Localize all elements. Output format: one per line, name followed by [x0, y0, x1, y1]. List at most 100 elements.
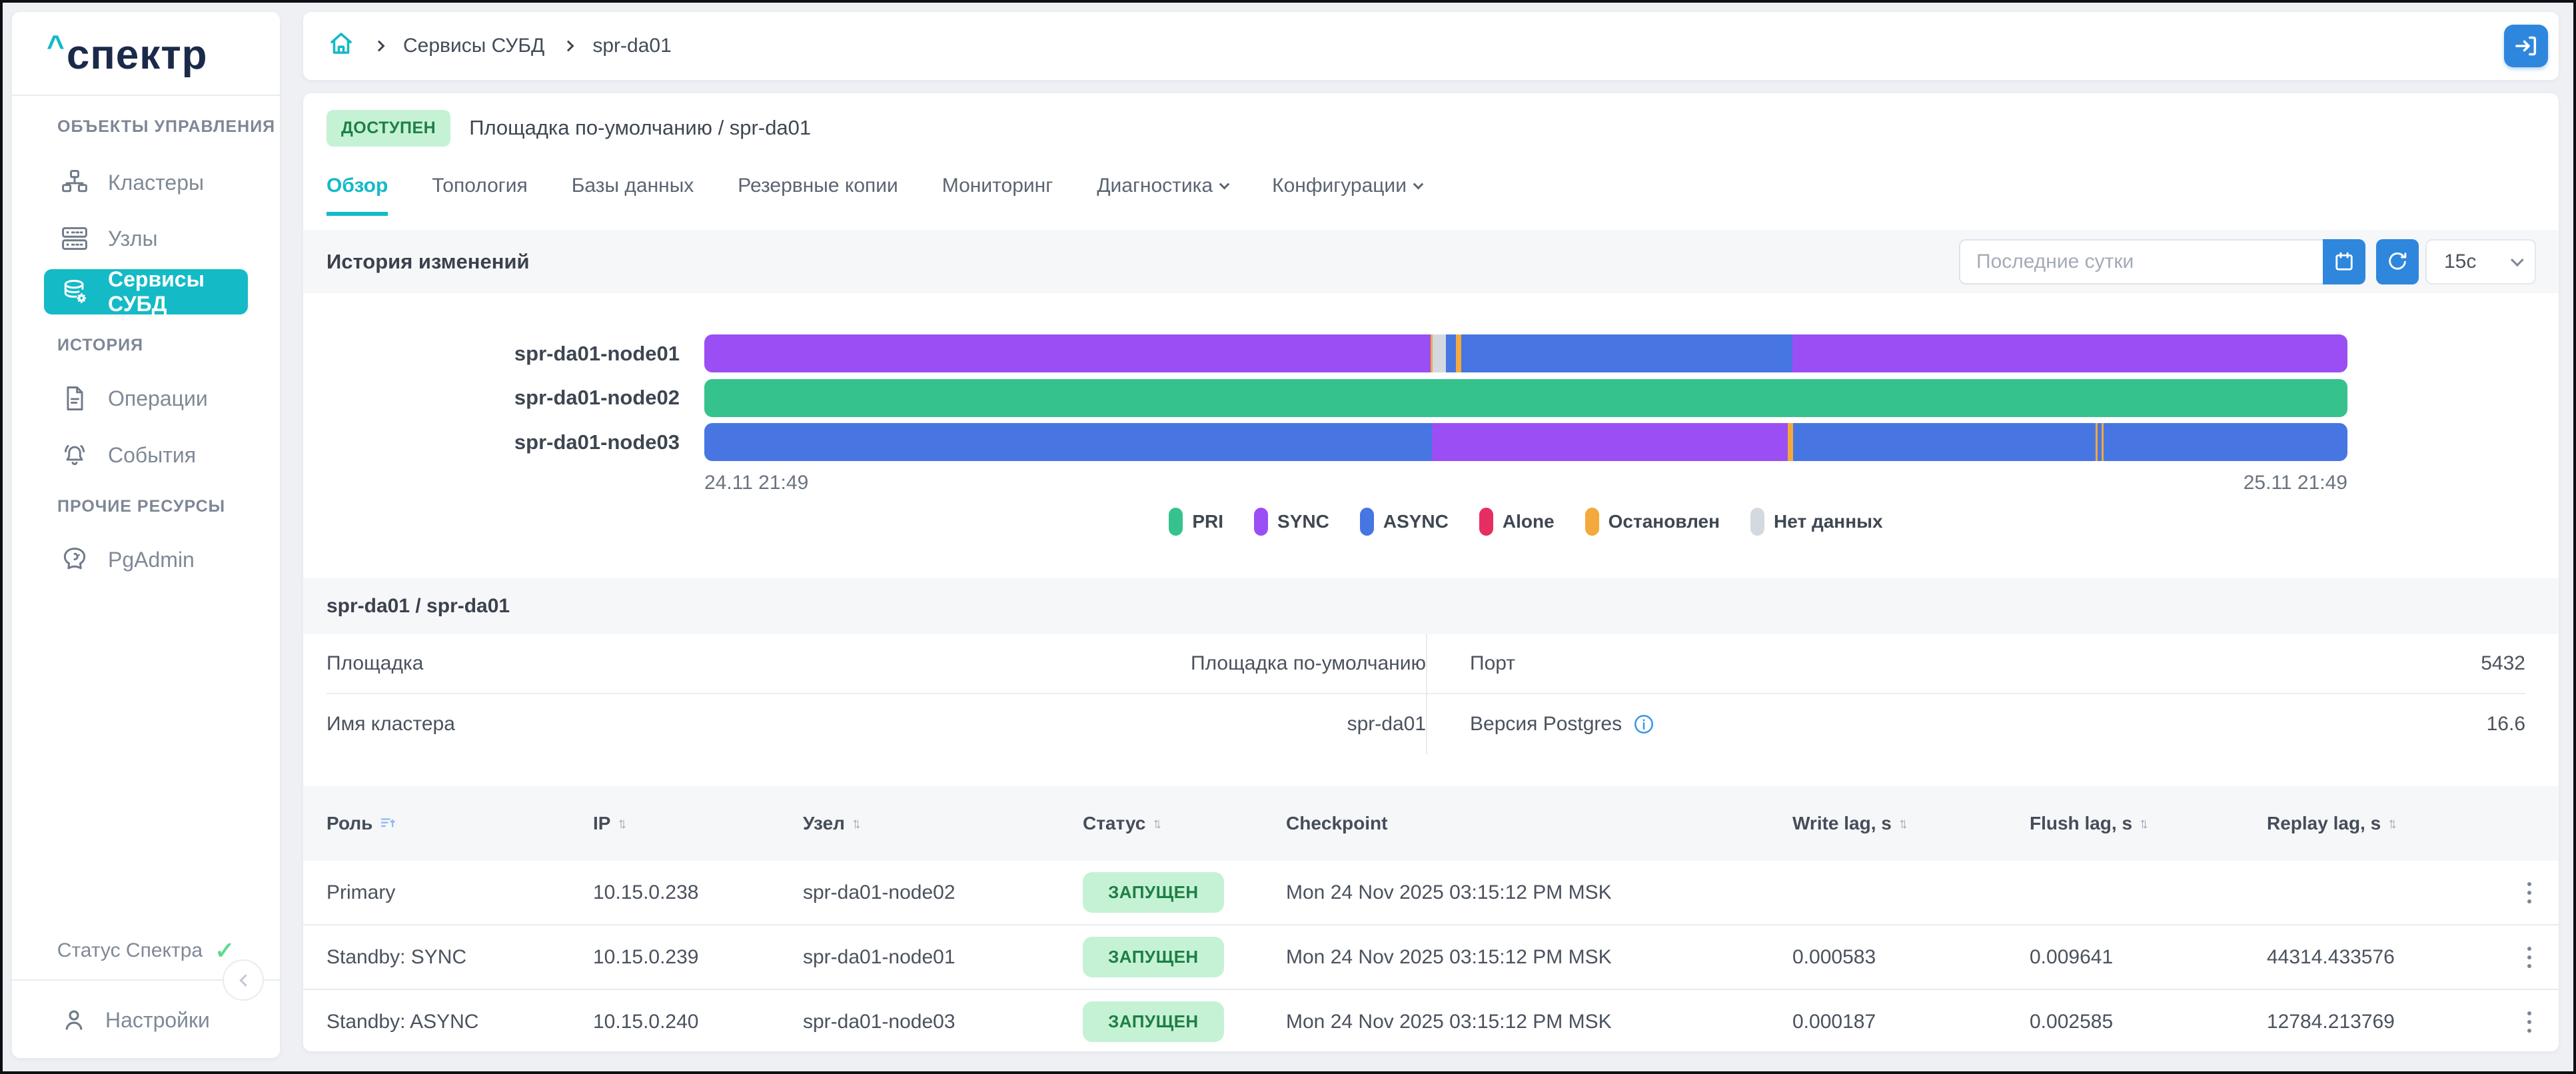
axis-end-label: 25.11 21:49: [2244, 472, 2347, 494]
chevron-down-icon: [1413, 179, 1424, 189]
breadcrumb-item-services[interactable]: Сервисы СУБД: [403, 35, 544, 57]
timeline-segment-Нет данных[interactable]: [1433, 334, 1446, 372]
tab-topology[interactable]: Топология: [432, 175, 527, 216]
tab-configurations[interactable]: Конфигурации: [1272, 175, 1422, 216]
legend-item-Alone[interactable]: Alone: [1479, 508, 1555, 536]
timeline-segment-ASYNC[interactable]: [704, 423, 1432, 461]
row-menu-button[interactable]: [2523, 943, 2535, 972]
col-checkpoint[interactable]: Checkpoint: [1286, 813, 1792, 834]
col-write-lag[interactable]: Write lag, s↑↓: [1792, 813, 2030, 834]
legend-label: SYNC: [1277, 511, 1329, 532]
timeline-segment-SYNC[interactable]: [704, 334, 1431, 372]
legend-item-SYNC[interactable]: SYNC: [1254, 508, 1329, 536]
timeline-row: spr-da01-node02: [303, 379, 2559, 417]
sidebar-item-settings[interactable]: Настройки: [12, 999, 280, 1041]
spectre-status-label: Статус Спектра: [57, 939, 203, 962]
detail-row-site: Площадка Площадка по-умолчанию: [326, 634, 1426, 694]
clusters-icon: [60, 168, 89, 197]
breadcrumb-chevron-icon: [374, 41, 385, 52]
legend-label: ASYNC: [1383, 511, 1449, 532]
detail-value: spr-da01: [1347, 713, 1426, 736]
timeline-row-label: spr-da01-node02: [326, 386, 680, 410]
timeline-row: spr-da01-node01: [303, 334, 2559, 372]
legend-item-Остановлен[interactable]: Остановлен: [1585, 508, 1720, 536]
status-badge-running: ЗАПУЩЕН: [1083, 872, 1224, 913]
sidebar-item-operations[interactable]: Операции: [12, 378, 280, 418]
sidebar-item-clusters[interactable]: Кластеры: [12, 163, 280, 203]
legend-item-Нет данных[interactable]: Нет данных: [1750, 508, 1883, 536]
date-range-input[interactable]: [1959, 239, 2323, 284]
timeline-segment-PRI[interactable]: [704, 379, 2347, 417]
cell-flush-lag: 0.009641: [2030, 946, 2267, 969]
timeline-segment-ASYNC[interactable]: [1793, 423, 2096, 461]
chevron-down-icon: [2511, 253, 2524, 267]
timeline-segment-ASYNC[interactable]: [1461, 334, 1792, 372]
cell-node: spr-da01-node01: [803, 946, 1083, 969]
tab-overview[interactable]: Обзор: [326, 175, 388, 216]
legend-marker-icon: [1169, 508, 1183, 536]
sidebar-item-label: Узлы: [108, 227, 158, 251]
sidebar-item-label: PgAdmin: [108, 548, 195, 572]
refresh-button[interactable]: [2376, 239, 2419, 284]
home-icon[interactable]: [327, 29, 355, 63]
timeline-segment-ASYNC[interactable]: [2104, 423, 2347, 461]
calendar-icon: [2332, 250, 2356, 274]
tab-diagnostics[interactable]: Диагностика: [1097, 175, 1228, 216]
col-flush-lag[interactable]: Flush lag, s↑↓: [2030, 813, 2267, 834]
timeline-segment-SYNC[interactable]: [1432, 423, 1788, 461]
details-grid: Площадка Площадка по-умолчанию Порт 5432…: [326, 634, 2525, 754]
legend-item-PRI[interactable]: PRI: [1169, 508, 1223, 536]
breadcrumb-chevron-icon: [563, 41, 574, 52]
timeline-bar: [704, 423, 2347, 461]
sidebar-item-db-services[interactable]: Сервисы СУБД: [44, 269, 248, 314]
breadcrumb-bar: Сервисы СУБД spr-da01: [303, 12, 2559, 80]
status-badge-running: ЗАПУЩЕН: [1083, 937, 1224, 977]
breadcrumb-item-current: spr-da01: [592, 35, 671, 57]
legend-marker-icon: [1585, 508, 1599, 536]
sidebar-item-events[interactable]: События: [12, 435, 280, 475]
detail-label: Версия Postgres: [1470, 713, 1622, 736]
sidebar-section-other: ПРОЧИЕ РЕСУРСЫ: [57, 497, 225, 516]
logout-button[interactable]: [2504, 25, 2548, 67]
timeline-segment-Остановлен[interactable]: [1788, 423, 1793, 461]
timeline-segment-ASYNC[interactable]: [1446, 334, 1456, 372]
timeline-segment-Остановлен[interactable]: [1456, 334, 1461, 372]
sidebar-item-pgadmin[interactable]: PgAdmin: [12, 540, 280, 580]
cell-replay-lag: 12784.213769: [2267, 1011, 2507, 1033]
col-ip[interactable]: IP↑↓: [593, 813, 803, 834]
row-menu-button[interactable]: [2523, 878, 2535, 907]
col-node[interactable]: Узел↑↓: [803, 813, 1083, 834]
legend-item-ASYNC[interactable]: ASYNC: [1360, 508, 1449, 536]
database-gear-icon: [60, 277, 89, 306]
cell-ip: 10.15.0.239: [593, 946, 803, 969]
table-row: Standby: ASYNC 10.15.0.240 spr-da01-node…: [303, 990, 2559, 1051]
cell-checkpoint: Mon 24 Nov 2025 03:15:12 PM MSK: [1286, 946, 1792, 969]
timeline-segment-SYNC[interactable]: [1792, 334, 2347, 372]
refresh-interval-select[interactable]: 15с: [2425, 239, 2536, 284]
col-replay-lag[interactable]: Replay lag, s↑↓: [2267, 813, 2507, 834]
tab-monitoring[interactable]: Мониторинг: [942, 175, 1053, 216]
detail-label: Площадка: [326, 652, 423, 675]
info-icon[interactable]: [1632, 713, 1655, 736]
app-logo[interactable]: ^спектр: [12, 12, 280, 96]
sidebar-item-label: Настройки: [105, 1008, 210, 1033]
table-row: Primary 10.15.0.238 spr-da01-node02 ЗАПУ…: [303, 861, 2559, 924]
sidebar-item-nodes[interactable]: Узлы: [12, 219, 280, 259]
sidebar-item-label: Операции: [108, 386, 208, 411]
user-icon: [60, 1006, 88, 1034]
tab-databases[interactable]: Базы данных: [572, 175, 694, 216]
col-role[interactable]: Роль: [326, 813, 593, 834]
tab-backups[interactable]: Резервные копии: [738, 175, 898, 216]
col-status[interactable]: Статус↑↓: [1083, 813, 1286, 834]
refresh-icon: [2385, 250, 2409, 274]
details-section-header: spr-da01 / spr-da01: [303, 578, 2559, 634]
servers-icon: [60, 224, 89, 253]
row-menu-button[interactable]: [2523, 1007, 2535, 1037]
sidebar-collapse-button[interactable]: [223, 959, 264, 1001]
chart-x-axis: 24.11 21:49 25.11 21:49: [704, 472, 2347, 494]
sort-icon: ↑↓: [1898, 815, 1908, 832]
axis-start-label: 24.11 21:49: [704, 472, 808, 494]
history-timeline-chart: spr-da01-node01spr-da01-node02spr-da01-n…: [303, 293, 2559, 578]
cell-role: Primary: [326, 881, 593, 904]
calendar-button[interactable]: [2323, 239, 2365, 284]
